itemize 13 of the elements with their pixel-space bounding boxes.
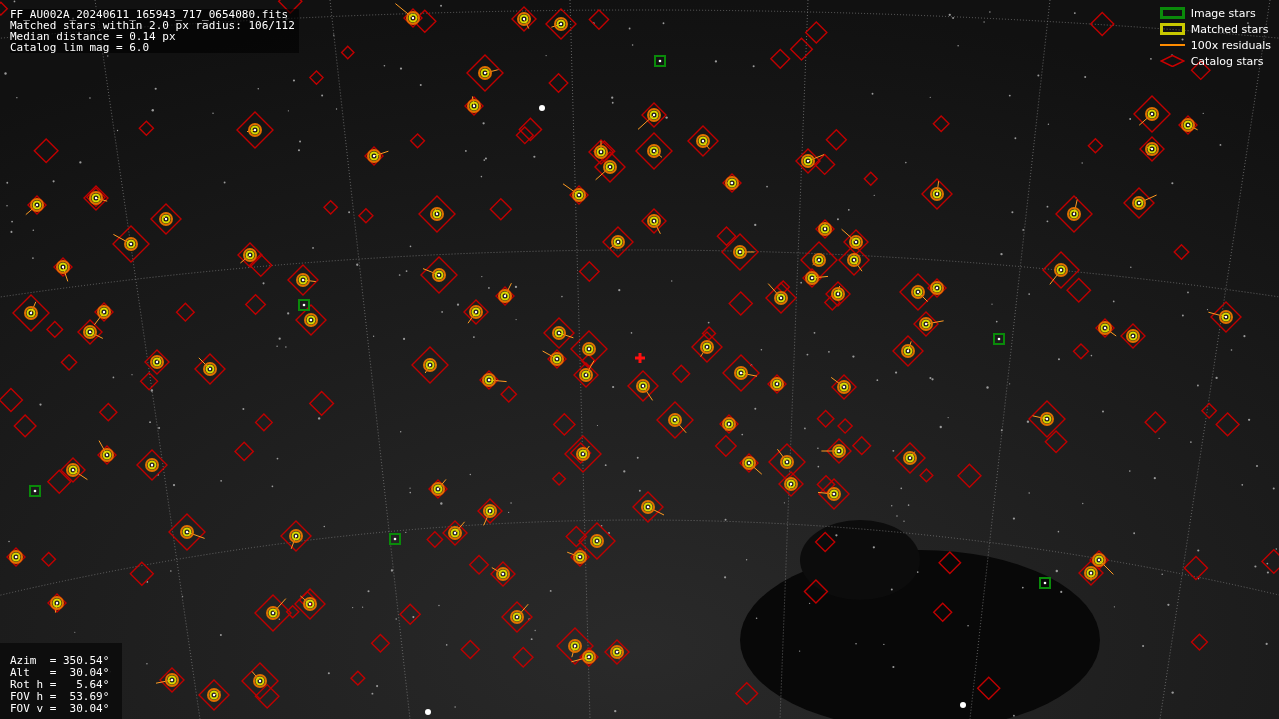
- info-line: FF_AU002A_20240611_165943_717_0654080.fits: [10, 9, 290, 20]
- legend-label: 100x residuals: [1190, 38, 1271, 52]
- legend-label: Matched stars: [1190, 22, 1269, 36]
- info-line: Catalog lim mag = 6.0: [10, 42, 151, 53]
- pointing-line: Alt = 30.04°: [10, 667, 111, 679]
- pointing-line: FOV h = 53.69°: [10, 691, 111, 703]
- info-line: Matched stars within 2.0 px radius: 106/112: [10, 20, 295, 31]
- legend-label: Catalog stars: [1190, 54, 1264, 68]
- legend-label: Image stars: [1190, 6, 1256, 20]
- pointing-line: FOV v = 30.04°: [10, 703, 111, 715]
- pointing-line: Rot h = 5.64°: [10, 679, 111, 691]
- pointing-line: Azim = 350.54°: [10, 655, 111, 667]
- info-line: Median distance = 0.14 px: [10, 31, 176, 42]
